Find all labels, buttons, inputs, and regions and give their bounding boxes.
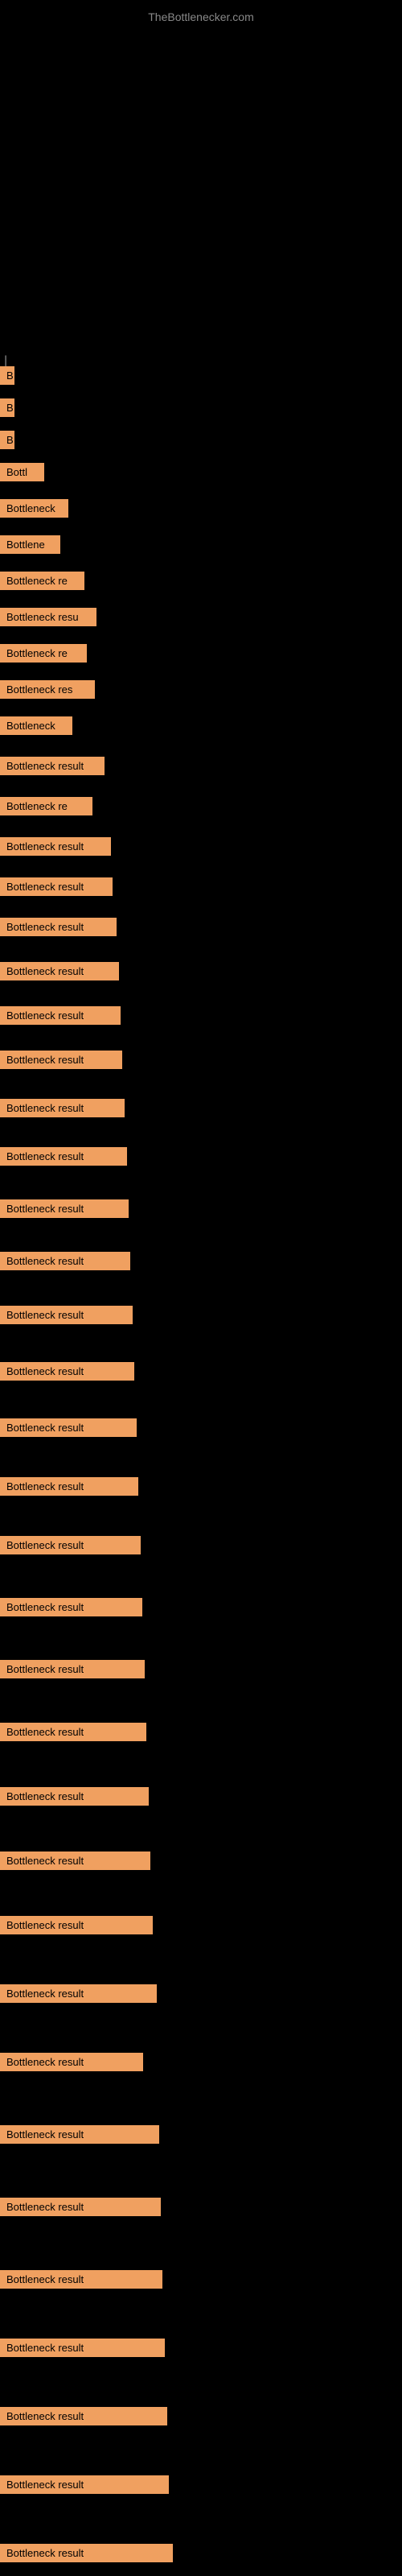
main-content: TheBottlenecker.com xyxy=(0,0,402,2576)
bottleneck-item-14: Bottleneck result xyxy=(0,837,111,856)
bottleneck-item-5: Bottleneck xyxy=(0,499,68,518)
bottleneck-item-27: Bottleneck result xyxy=(0,1477,138,1496)
bottleneck-item-6: Bottlene xyxy=(0,535,60,554)
bottleneck-item-20: Bottleneck result xyxy=(0,1099,125,1117)
bottleneck-item-9: Bottleneck re xyxy=(0,644,87,663)
site-title: TheBottlenecker.com xyxy=(0,4,402,30)
bottleneck-item-21: Bottleneck result xyxy=(0,1147,127,1166)
bottleneck-item-11: Bottleneck xyxy=(0,716,72,735)
bottleneck-item-35: Bottleneck result xyxy=(0,1984,157,2003)
bottleneck-item-24: Bottleneck result xyxy=(0,1306,133,1324)
bottleneck-item-43: Bottleneck result xyxy=(0,2544,173,2562)
bottleneck-item-25: Bottleneck result xyxy=(0,1362,134,1381)
bottleneck-item-7: Bottleneck re xyxy=(0,572,84,590)
bottleneck-item-33: Bottleneck result xyxy=(0,1852,150,1870)
bottleneck-item-39: Bottleneck result xyxy=(0,2270,162,2289)
bottleneck-item-29: Bottleneck result xyxy=(0,1598,142,1616)
bottleneck-item-42: Bottleneck result xyxy=(0,2475,169,2494)
bottleneck-item-19: Bottleneck result xyxy=(0,1051,122,1069)
bottleneck-item-38: Bottleneck result xyxy=(0,2198,161,2216)
bottleneck-item-16: Bottleneck result xyxy=(0,918,117,936)
bottleneck-item-4: Bottl xyxy=(0,463,44,481)
bottleneck-item-22: Bottleneck result xyxy=(0,1199,129,1218)
bottleneck-item-23: Bottleneck result xyxy=(0,1252,130,1270)
bottleneck-item-31: Bottleneck result xyxy=(0,1723,146,1741)
bottleneck-item-26: Bottleneck result xyxy=(0,1418,137,1437)
bottleneck-item-30: Bottleneck result xyxy=(0,1660,145,1678)
bottleneck-item-32: Bottleneck result xyxy=(0,1787,149,1806)
bottleneck-item-41: Bottleneck result xyxy=(0,2407,167,2425)
bottleneck-item-36: Bottleneck result xyxy=(0,2053,143,2071)
bottleneck-item-3: B xyxy=(0,431,14,449)
bottleneck-item-40: Bottleneck result xyxy=(0,2339,165,2357)
bottleneck-item-1: B xyxy=(0,366,14,385)
bottleneck-item-18: Bottleneck result xyxy=(0,1006,121,1025)
bottleneck-item-37: Bottleneck result xyxy=(0,2125,159,2144)
bottleneck-item-2: B xyxy=(0,398,14,417)
bottleneck-item-8: Bottleneck resu xyxy=(0,608,96,626)
bottleneck-item-34: Bottleneck result xyxy=(0,1916,153,1934)
bottleneck-item-28: Bottleneck result xyxy=(0,1536,141,1554)
bottleneck-item-17: Bottleneck result xyxy=(0,962,119,980)
bottleneck-item-12: Bottleneck result xyxy=(0,757,105,775)
bottleneck-item-15: Bottleneck result xyxy=(0,877,113,896)
bottleneck-item-13: Bottleneck re xyxy=(0,797,92,815)
bottleneck-item-10: Bottleneck res xyxy=(0,680,95,699)
